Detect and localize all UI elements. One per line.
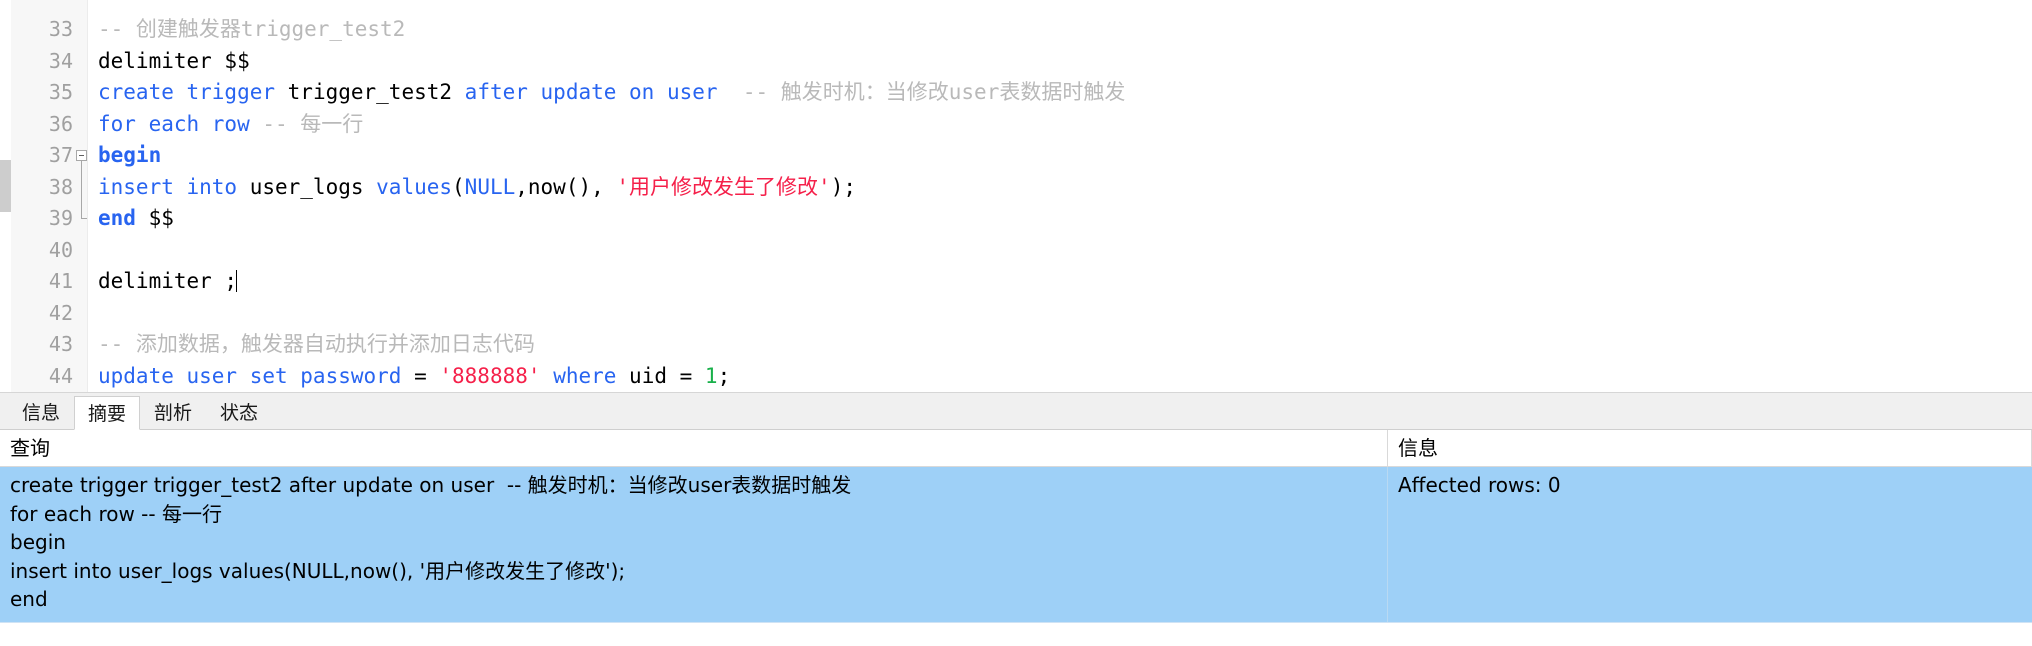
line-number: 35 [48, 80, 73, 104]
code-token-plain: delimiter ; [98, 269, 238, 293]
code-token-plain: ; [717, 363, 731, 388]
code-line[interactable]: create trigger trigger_test2 after updat… [49, 77, 2032, 109]
code-line-text: -- 创建触发器trigger_test2 [88, 17, 405, 41]
code-token-cmt: -- 添加数据，触发器自动执行并添加日志代码 [98, 332, 535, 356]
code-token-kw: NULL [464, 174, 516, 199]
code-token-kw: after update on user [464, 80, 718, 104]
code-token-kw: where [553, 363, 617, 388]
sql-editor-pane[interactable]: 32 -- 创建触发器trigger_test2 33 delimiter $$ 34 c… [0, 0, 2032, 392]
code-line[interactable]: delimiter $$ 34 [49, 46, 2032, 78]
result-grid-empty-area [0, 621, 2032, 646]
code-token-cmt: -- 创建触发器trigger_test2 [98, 17, 406, 41]
code-token-plain: $$ [135, 206, 174, 230]
editor-scrollbar-thumb[interactable] [0, 160, 11, 212]
code-token-cmt: -- 每一行 [262, 111, 364, 136]
line-number: 36 [48, 111, 73, 136]
table-row[interactable]: create trigger trigger_test2 after updat… [0, 467, 2032, 622]
cell-info[interactable]: Affected rows: 0 [1388, 467, 2032, 622]
code-line-text: insert into user_logs values(NULL,now(),… [88, 175, 856, 199]
code-line-text: delimiter $$ [88, 49, 250, 73]
code-line-text: -- 添加数据，触发器自动执行并添加日志代码 [88, 332, 535, 356]
line-number: 42 [48, 300, 73, 325]
code-token-kw: for each row [98, 111, 250, 136]
code-line[interactable]: insert into user_logs values(NULL,now(),… [49, 171, 2032, 203]
code-fold-guide-end [81, 203, 87, 219]
code-line-text: delimiter ; [88, 269, 238, 293]
line-number: 41 [48, 269, 73, 293]
code-line-text: for each row -- 每一行 [88, 112, 363, 136]
code-token-kw-b: end [98, 206, 136, 230]
line-number: 37 [48, 143, 73, 167]
line-number: 33 [48, 17, 73, 41]
line-number: 44 [48, 363, 73, 388]
code-token-plain: delimiter $$ [98, 48, 250, 73]
result-grid-body[interactable]: create trigger trigger_test2 after updat… [0, 467, 2032, 622]
code-line[interactable]: 32 [88, 0, 2032, 14]
code-line[interactable]: begin 37 [49, 140, 2032, 172]
code-line[interactable]: for each row -- 每一行 36 [49, 109, 2032, 141]
code-token-kw: update user set password [98, 363, 402, 388]
column-header-query[interactable]: 查询 [0, 430, 1388, 466]
code-fold-collapse-icon[interactable] [76, 150, 87, 161]
editor-code-area[interactable]: 32 -- 创建触发器trigger_test2 33 delimiter $$ 34 c… [49, 0, 2032, 393]
code-line[interactable]: delimiter ; 41 [49, 266, 2032, 298]
code-token-plain: user_logs [237, 174, 377, 199]
code-line[interactable]: -- 添加数据，触发器自动执行并添加日志代码 43 [49, 329, 2032, 361]
line-number: 43 [48, 332, 73, 356]
tab-0[interactable]: 信息 [8, 395, 75, 429]
line-number: 34 [48, 48, 73, 73]
column-header-info[interactable]: 信息 [1388, 430, 2032, 466]
result-grid-header: 查询 信息 [0, 430, 2032, 467]
result-panel: 查询 信息 create trigger trigger_test2 after … [0, 430, 2032, 646]
editor-vertical-scrollbar[interactable] [0, 0, 11, 392]
code-token-plain: = [401, 363, 440, 388]
tab-1[interactable]: 摘要 [74, 396, 141, 430]
code-line[interactable]: -- 创建触发器trigger_test2 33 [49, 14, 2032, 46]
code-line[interactable]: update user set password = '888888' wher… [49, 361, 2032, 393]
line-number: 40 [48, 237, 73, 262]
code-fold-guide [81, 161, 82, 172]
code-line-text: begin [88, 143, 161, 167]
tab-3[interactable]: 状态 [206, 395, 273, 429]
tab-2[interactable]: 剖析 [140, 395, 207, 429]
code-line-text: create trigger trigger_test2 after updat… [88, 80, 1125, 104]
code-token-kw: values [376, 174, 453, 199]
line-number: 39 [48, 206, 73, 230]
cell-query[interactable]: create trigger trigger_test2 after updat… [0, 467, 1388, 622]
code-token-str: '用户修改发生了修改' [616, 174, 831, 199]
code-line[interactable]: 42 [49, 298, 2032, 330]
code-line[interactable]: end $$ 39 [49, 203, 2032, 235]
code-line[interactable]: 40 [49, 235, 2032, 267]
code-token-plain: trigger_test2 [275, 80, 465, 104]
result-tabs[interactable]: 信息 摘要 剖析 状态 [0, 392, 2032, 430]
text-cursor [236, 270, 238, 292]
code-token-kw-b: begin [98, 143, 162, 167]
code-token-cmt: -- 触发时机：当修改user表数据时触发 [742, 80, 1126, 104]
code-token-num: 1 [704, 363, 718, 388]
sql-client-window: 32 -- 创建触发器trigger_test2 33 delimiter $$ 34 c… [0, 0, 2032, 646]
code-line-text: end $$ [88, 206, 174, 230]
code-token-plain: uid = [616, 363, 705, 388]
code-token-plain: ,now(), [515, 174, 617, 199]
code-token-plain: ( [452, 174, 465, 199]
code-token-str: '888888' [439, 363, 541, 388]
code-token-kw: create trigger [98, 80, 276, 104]
code-token-plain: ); [830, 174, 856, 199]
code-line-text: update user set password = '888888' wher… [88, 364, 730, 388]
code-token-kw: insert into [98, 174, 238, 199]
line-number: 38 [48, 174, 73, 199]
code-fold-guide [81, 171, 82, 203]
